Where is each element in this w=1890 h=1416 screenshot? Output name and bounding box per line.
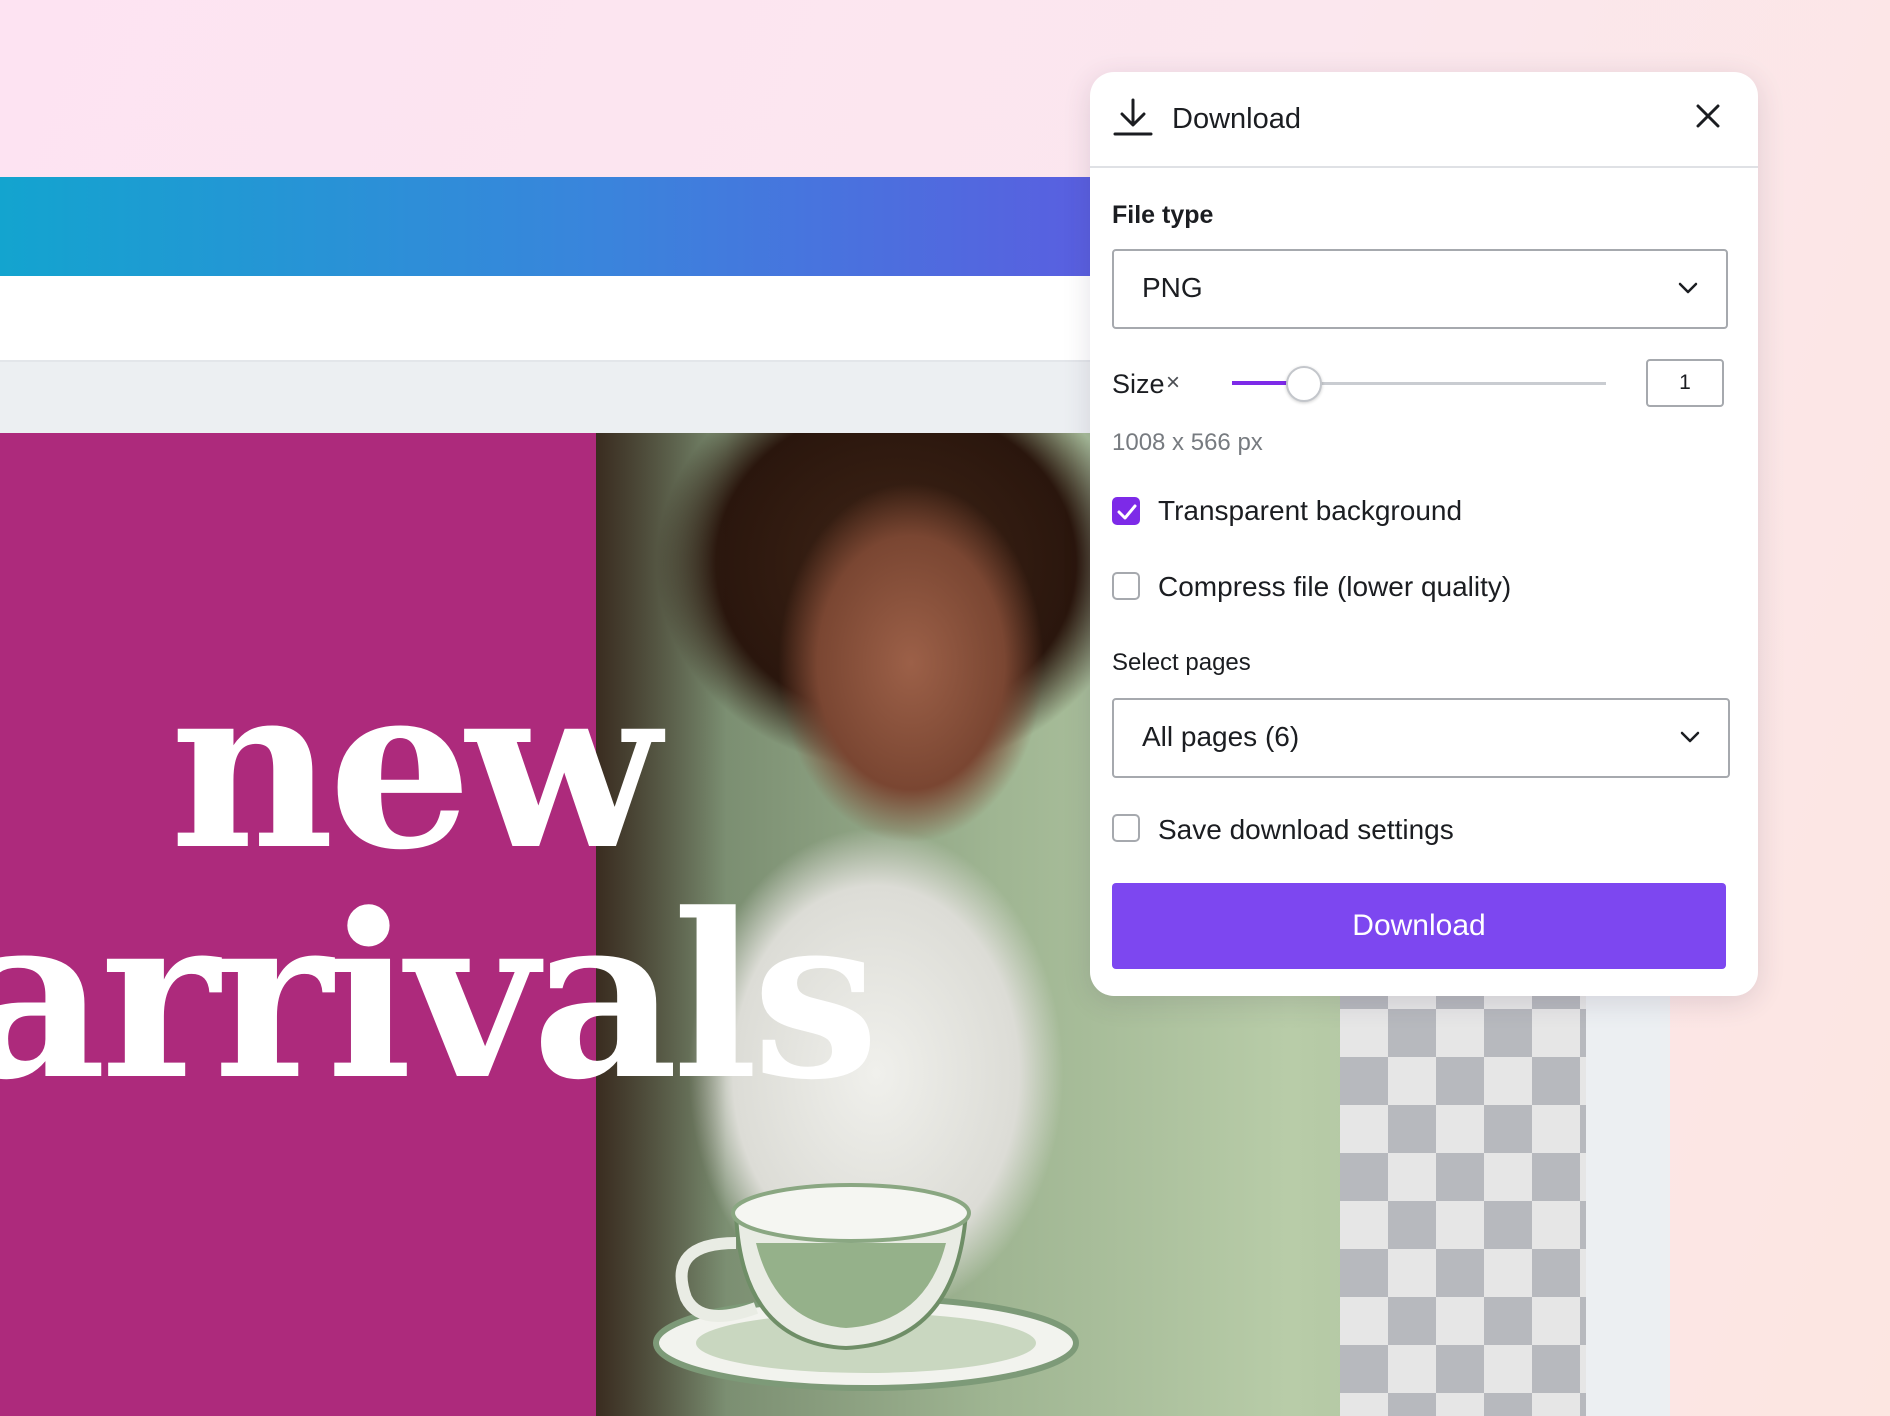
transparent-background-label[interactable]: Transparent background: [1158, 493, 1462, 529]
select-pages-label: Select pages: [1112, 649, 1251, 676]
editor-header-bar: [0, 177, 1100, 276]
save-download-settings-label[interactable]: Save download settings: [1158, 812, 1454, 848]
dialog-title: Download: [1172, 103, 1301, 135]
transparent-background-checkbox[interactable]: [1112, 497, 1140, 525]
file-type-label: File type: [1112, 201, 1214, 229]
download-icon: [1113, 98, 1153, 136]
chevron-down-icon: [1678, 282, 1698, 294]
editor-toolbar: [0, 276, 1100, 362]
size-multiplier-icon[interactable]: ×: [1166, 368, 1180, 398]
file-type-select[interactable]: PNG: [1112, 249, 1728, 329]
download-dialog: Download File type PNG Size × 1 1008 x 5…: [1090, 72, 1758, 996]
teacup-illustration: [653, 1183, 1079, 1391]
headline-new: new: [170, 635, 661, 900]
size-label: Size: [1112, 369, 1165, 399]
compress-file-label[interactable]: Compress file (lower quality): [1158, 569, 1511, 605]
headline-arrivals: arrivals: [0, 865, 879, 1130]
file-type-value: PNG: [1142, 272, 1203, 303]
dialog-header: Download: [1090, 72, 1758, 168]
chevron-down-icon: [1680, 731, 1700, 743]
save-download-settings-checkbox[interactable]: [1112, 814, 1140, 842]
select-pages-dropdown[interactable]: All pages (6): [1112, 698, 1730, 778]
select-pages-value: All pages (6): [1142, 721, 1300, 752]
close-icon[interactable]: [1688, 96, 1728, 136]
size-input[interactable]: 1: [1646, 359, 1724, 407]
dimensions-text: 1008 x 566 px: [1112, 429, 1263, 456]
download-button[interactable]: Download: [1112, 883, 1726, 969]
size-slider-thumb[interactable]: [1286, 366, 1322, 402]
compress-file-checkbox[interactable]: [1112, 572, 1140, 600]
checkmark-icon: [1117, 504, 1137, 520]
